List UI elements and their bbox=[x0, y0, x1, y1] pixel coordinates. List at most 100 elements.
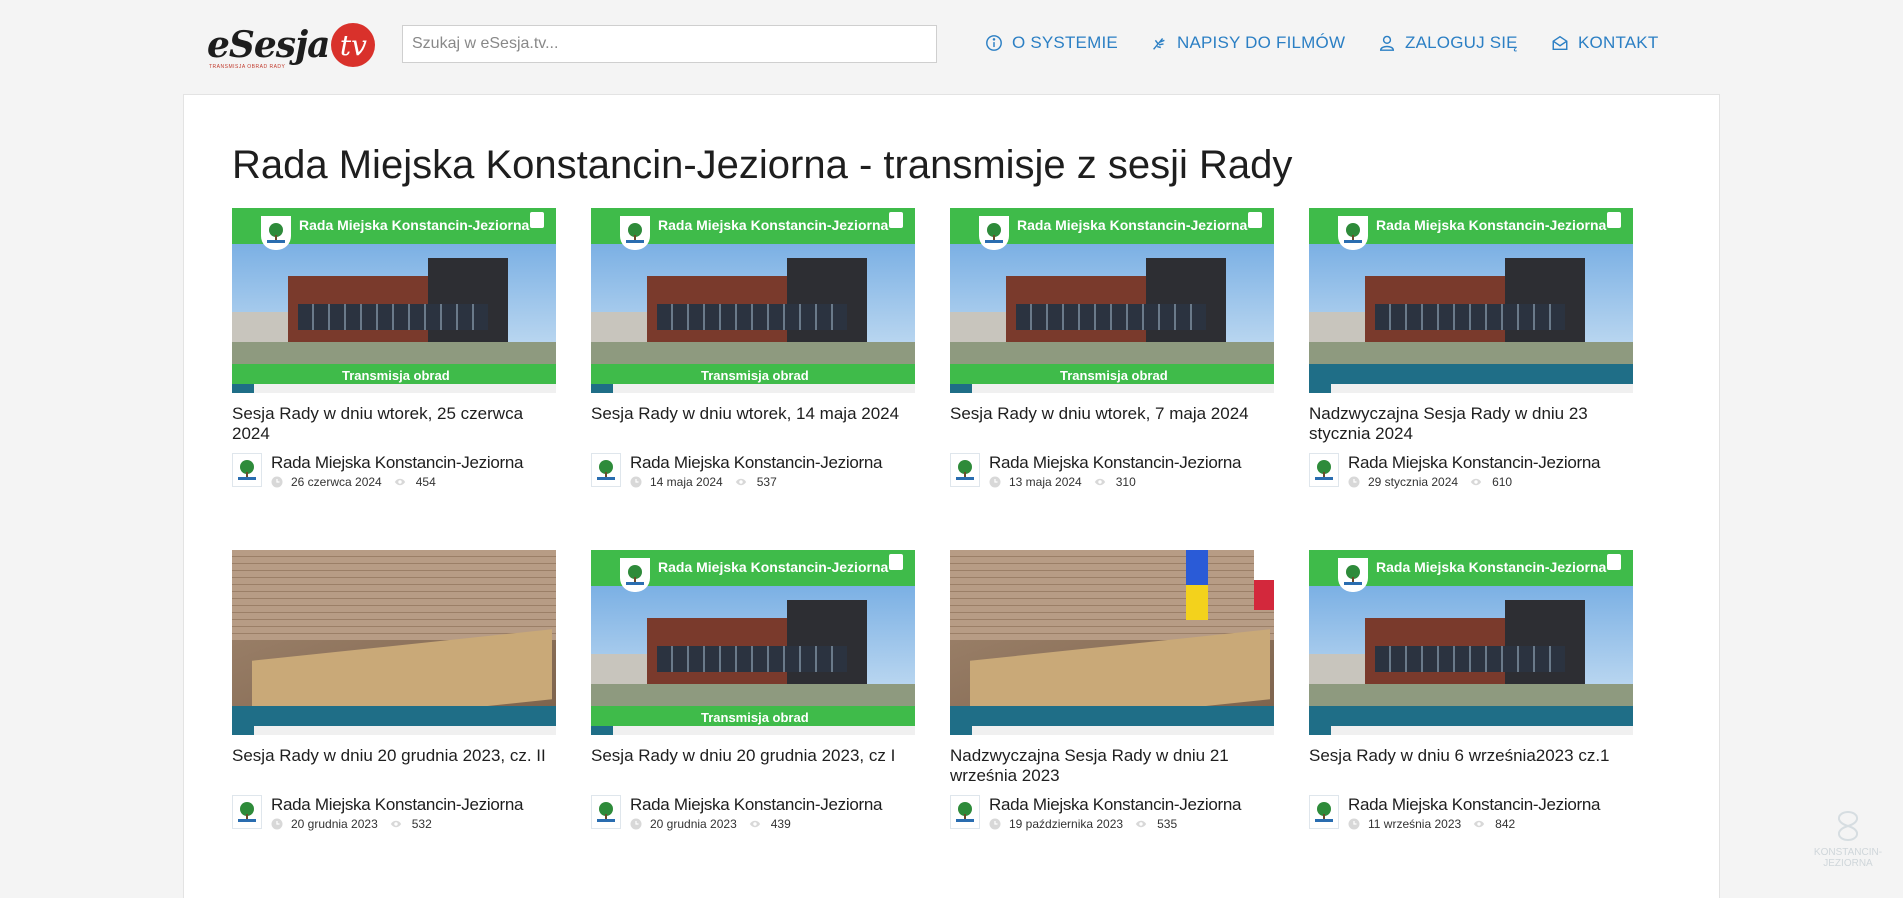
video-thumbnail[interactable] bbox=[950, 550, 1274, 735]
user-icon bbox=[1378, 34, 1396, 52]
video-title[interactable]: Sesja Rady w dniu 20 grudnia 2023, cz I bbox=[591, 746, 915, 786]
video-meta: Rada Miejska Konstancin-Jeziorna 11 wrześ… bbox=[1309, 795, 1633, 831]
channel-avatar[interactable] bbox=[950, 453, 980, 487]
video-stats: 20 grudnia 2023 532 bbox=[271, 817, 523, 831]
search-input[interactable] bbox=[402, 25, 937, 63]
thumb-broadcast-label: Transmisja obrad bbox=[701, 710, 809, 725]
channel-name[interactable]: Rada Miejska Konstancin-Jeziorna bbox=[989, 795, 1241, 815]
nav-label: ZALOGUJ SIĘ bbox=[1405, 33, 1518, 52]
video-thumbnail[interactable]: Rada Miejska Konstancin-Jeziorna Transmis… bbox=[591, 208, 915, 393]
nav-o-systemie[interactable]: O SYSTEMIE bbox=[985, 33, 1118, 53]
thumb-council-name: Rada Miejska Konstancin-Jeziorna bbox=[1017, 217, 1248, 233]
video-stats: 29 stycznia 2024 610 bbox=[1348, 475, 1600, 489]
thumb-council-name: Rada Miejska Konstancin-Jeziorna bbox=[658, 217, 889, 233]
sign-language-icon bbox=[1150, 34, 1168, 52]
crest-icon bbox=[261, 216, 291, 250]
badge-icon bbox=[530, 212, 544, 228]
views-count: 310 bbox=[1094, 475, 1136, 489]
video-stats: 19 października 2023 535 bbox=[989, 817, 1241, 831]
channel-name[interactable]: Rada Miejska Konstancin-Jeziorna bbox=[630, 795, 882, 815]
video-tile[interactable]: Rada Miejska Konstancin-Jeziorna Transmis… bbox=[591, 208, 915, 489]
views-value: 454 bbox=[415, 475, 436, 489]
crest-icon bbox=[1338, 216, 1368, 250]
thumb-broadcast-label: Transmisja obrad bbox=[701, 368, 809, 383]
site-header: eSesja tv TRANSMISJA OBRAD RADY O SYSTEM… bbox=[0, 0, 1903, 90]
video-title[interactable]: Sesja Rady w dniu wtorek, 14 maja 2024 bbox=[591, 404, 915, 444]
channel-name[interactable]: Rada Miejska Konstancin-Jeziorna bbox=[989, 453, 1241, 473]
video-tile[interactable]: Rada Miejska Konstancin-Jeziorna Transmis… bbox=[591, 550, 915, 831]
badge-icon bbox=[1607, 554, 1621, 570]
video-meta: Rada Miejska Konstancin-Jeziorna 29 stycz… bbox=[1309, 453, 1633, 489]
eye-icon bbox=[1470, 476, 1484, 488]
video-tile[interactable]: Rada Miejska Konstancin-Jeziorna Nadzwycz… bbox=[1309, 208, 1633, 489]
channel-avatar[interactable] bbox=[232, 453, 262, 487]
badge-icon bbox=[889, 212, 903, 228]
nav-zaloguj-sie[interactable]: ZALOGUJ SIĘ bbox=[1378, 33, 1518, 53]
crest-icon bbox=[979, 216, 1009, 250]
logo-text: eSesja bbox=[207, 24, 330, 66]
channel-name[interactable]: Rada Miejska Konstancin-Jeziorna bbox=[271, 453, 523, 473]
video-meta: Rada Miejska Konstancin-Jeziorna 26 czerw… bbox=[232, 453, 556, 489]
eye-icon bbox=[1135, 818, 1149, 830]
channel-avatar[interactable] bbox=[950, 795, 980, 829]
badge-icon bbox=[889, 554, 903, 570]
video-tile[interactable]: Rada Miejska Konstancin-Jeziorna Sesja Ra… bbox=[1309, 550, 1633, 831]
video-tile[interactable]: Sesja Rady w dniu 20 grudnia 2023, cz. I… bbox=[232, 550, 556, 831]
video-title[interactable]: Sesja Rady w dniu 20 grudnia 2023, cz. I… bbox=[232, 746, 556, 786]
nav-kontakt[interactable]: KONTAKT bbox=[1551, 33, 1658, 53]
channel-avatar[interactable] bbox=[1309, 453, 1339, 487]
video-title[interactable]: Sesja Rady w dniu 6 września2023 cz.1 bbox=[1309, 746, 1633, 786]
envelope-icon bbox=[1551, 34, 1569, 52]
info-icon bbox=[985, 34, 1003, 52]
nav-napisy-do-filmow[interactable]: NAPISY DO FILMÓW bbox=[1150, 33, 1345, 53]
eye-icon bbox=[749, 818, 763, 830]
views-value: 537 bbox=[756, 475, 777, 489]
channel-name[interactable]: Rada Miejska Konstancin-Jeziorna bbox=[630, 453, 882, 473]
channel-avatar[interactable] bbox=[1309, 795, 1339, 829]
video-tile[interactable]: Rada Miejska Konstancin-Jeziorna Transmis… bbox=[232, 208, 556, 489]
channel-name[interactable]: Rada Miejska Konstancin-Jeziorna bbox=[271, 795, 523, 815]
video-tile[interactable]: Nadzwyczajna Sesja Rady w dniu 21 wrześn… bbox=[950, 550, 1274, 831]
video-thumbnail[interactable]: Rada Miejska Konstancin-Jeziorna bbox=[1309, 208, 1633, 393]
views-value: 310 bbox=[1115, 475, 1136, 489]
clock-icon bbox=[1348, 476, 1360, 488]
video-date: 19 października 2023 bbox=[1009, 817, 1124, 831]
video-title[interactable]: Sesja Rady w dniu wtorek, 25 czerwca 202… bbox=[232, 404, 556, 444]
video-meta: Rada Miejska Konstancin-Jeziorna 20 grudn… bbox=[232, 795, 556, 831]
channel-avatar[interactable] bbox=[591, 453, 621, 487]
esesja-logo[interactable]: eSesja tv TRANSMISJA OBRAD RADY bbox=[207, 22, 376, 70]
clock-icon bbox=[630, 818, 642, 830]
video-thumbnail[interactable]: Rada Miejska Konstancin-Jeziorna Transmis… bbox=[591, 550, 915, 735]
video-date: 14 maja 2024 bbox=[650, 475, 723, 489]
views-value: 610 bbox=[1492, 475, 1513, 489]
video-thumbnail[interactable]: Rada Miejska Konstancin-Jeziorna bbox=[1309, 550, 1633, 735]
video-date: 20 grudnia 2023 bbox=[291, 817, 378, 831]
channel-name[interactable]: Rada Miejska Konstancin-Jeziorna bbox=[1348, 453, 1600, 473]
channel-name[interactable]: Rada Miejska Konstancin-Jeziorna bbox=[1348, 795, 1600, 815]
video-title[interactable]: Nadzwyczajna Sesja Rady w dniu 21 wrześn… bbox=[950, 746, 1274, 786]
video-title[interactable]: Sesja Rady w dniu wtorek, 7 maja 2024 bbox=[950, 404, 1274, 444]
clock-icon bbox=[1348, 818, 1360, 830]
video-date: 13 maja 2024 bbox=[1009, 475, 1082, 489]
video-date: 26 czerwca 2024 bbox=[291, 475, 382, 489]
video-tile[interactable]: Rada Miejska Konstancin-Jeziorna Transmis… bbox=[950, 208, 1274, 489]
content-card: Rada Miejska Konstancin-Jeziorna - trans… bbox=[183, 94, 1720, 898]
logo-subtitle: TRANSMISJA OBRAD RADY bbox=[209, 64, 286, 70]
eye-icon bbox=[735, 476, 749, 488]
views-value: 842 bbox=[1495, 817, 1516, 831]
channel-avatar[interactable] bbox=[232, 795, 262, 829]
video-title[interactable]: Nadzwyczajna Sesja Rady w dniu 23 styczn… bbox=[1309, 404, 1633, 444]
views-count: 532 bbox=[390, 817, 432, 831]
video-date: 20 grudnia 2023 bbox=[650, 817, 737, 831]
watermark-text: KONSTANCIN-JEZIORNA bbox=[1813, 847, 1883, 869]
video-stats: 13 maja 2024 310 bbox=[989, 475, 1241, 489]
channel-avatar[interactable] bbox=[591, 795, 621, 829]
views-count: 537 bbox=[735, 475, 777, 489]
crest-icon bbox=[620, 558, 650, 592]
crest-icon bbox=[620, 216, 650, 250]
video-meta: Rada Miejska Konstancin-Jeziorna 14 maja … bbox=[591, 453, 915, 489]
thumb-council-name: Rada Miejska Konstancin-Jeziorna bbox=[1376, 559, 1607, 575]
video-thumbnail[interactable] bbox=[232, 550, 556, 735]
video-thumbnail[interactable]: Rada Miejska Konstancin-Jeziorna Transmis… bbox=[232, 208, 556, 393]
video-thumbnail[interactable]: Rada Miejska Konstancin-Jeziorna Transmis… bbox=[950, 208, 1274, 393]
